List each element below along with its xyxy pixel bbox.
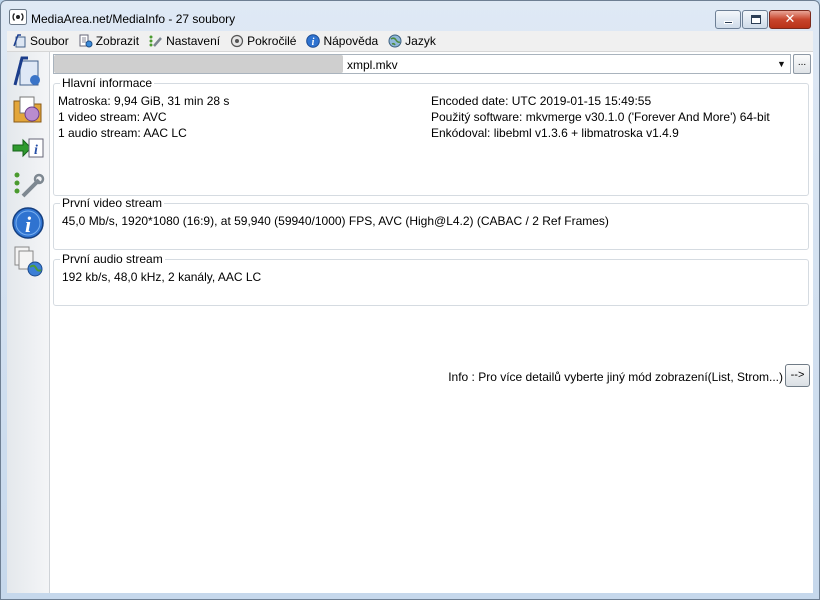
group-title: První audio stream <box>60 252 165 266</box>
file-path-redacted <box>54 55 343 73</box>
group-title: První video stream <box>60 196 165 210</box>
mediainfo-app-icon <box>9 9 27 25</box>
help-icon: i <box>306 34 321 48</box>
menu-item-napoveda[interactable]: i Nápověda <box>300 32 382 51</box>
menu-item-zobrazit[interactable]: Zobrazit <box>73 32 143 51</box>
audio-stream-group: První audio stream 192 kb/s, 48,0 kHz, 2… <box>53 252 809 306</box>
minimize-button[interactable] <box>715 10 741 29</box>
general-info-group: Hlavní informace Matroska: 9,94 GiB, 31 … <box>53 76 809 196</box>
file-open-icon <box>13 34 26 48</box>
file-selector[interactable]: xmpl.mkv ▼ <box>53 54 791 74</box>
maximize-icon <box>751 15 761 24</box>
maximize-button[interactable] <box>742 10 768 29</box>
settings-icon <box>149 35 163 47</box>
window-controls: ✕ <box>714 10 811 29</box>
browse-button[interactable]: ... <box>793 54 811 74</box>
svg-text:i: i <box>25 212 32 237</box>
general-left-line: 1 audio stream: AAC LC <box>58 126 187 140</box>
svg-text:i: i <box>312 37 315 48</box>
menu-label: Zobrazit <box>95 34 140 48</box>
open-file-button[interactable] <box>11 55 45 89</box>
open-folder-button[interactable] <box>11 92 45 126</box>
change-view-button[interactable]: --> <box>785 364 810 387</box>
svg-text:i: i <box>34 143 38 158</box>
menu-label: Nápověda <box>323 34 379 48</box>
file-name: xmpl.mkv <box>347 58 398 72</box>
left-toolbar: i i <box>7 52 50 593</box>
preferences-button[interactable] <box>11 168 45 202</box>
export-info-button[interactable]: i <box>11 130 45 164</box>
web-button[interactable] <box>11 244 45 278</box>
title-bar[interactable]: MediaArea.net/MediaInfo - 27 soubory ✕ <box>1 1 819 31</box>
general-right-line: Enkódoval: libebml v1.3.6 + libmatroska … <box>431 126 679 140</box>
menu-item-soubor[interactable]: Soubor <box>7 32 73 51</box>
menu-item-nastaveni[interactable]: Nastavení <box>143 32 224 51</box>
close-icon: ✕ <box>784 11 796 26</box>
video-stream-group: První video stream 45,0 Mb/s, 1920*1080 … <box>53 196 809 250</box>
dropdown-arrow-icon[interactable]: ▼ <box>773 55 790 73</box>
general-left-line: 1 video stream: AVC <box>58 110 167 124</box>
mediainfo-window: MediaArea.net/MediaInfo - 27 soubory ✕ S… <box>0 0 820 600</box>
menu-bar: Soubor Zobrazit Nastavení Pokročilé i Ná… <box>7 31 813 52</box>
audio-stream-line: 192 kb/s, 48,0 kHz, 2 kanály, AAC LC <box>62 270 262 284</box>
minimize-icon <box>724 21 733 24</box>
close-button[interactable]: ✕ <box>769 10 811 29</box>
video-stream-line: 45,0 Mb/s, 1920*1080 (16:9), at 59,940 (… <box>62 214 609 228</box>
menu-item-pokrocile[interactable]: Pokročilé <box>224 32 300 51</box>
main-area: i i xmpl.mkv ▼ ... Hlavní informace Matr… <box>7 52 813 593</box>
menu-label: Pokročilé <box>247 34 297 48</box>
general-right-line: Použitý software: mkvmerge v30.1.0 ('For… <box>431 110 770 124</box>
menu-label: Soubor <box>30 34 69 48</box>
group-title: Hlavní informace <box>60 76 155 90</box>
general-right-line: Encoded date: UTC 2019-01-15 15:49:55 <box>431 94 652 108</box>
language-icon <box>388 34 402 48</box>
view-icon <box>79 34 93 48</box>
menu-item-jazyk[interactable]: Jazyk <box>382 32 440 51</box>
info-hint: Info : Pro více detailů vyberte jiný mód… <box>448 370 783 384</box>
advanced-icon <box>230 34 244 48</box>
general-left-line: Matroska: 9,94 GiB, 31 min 28 s <box>58 94 230 108</box>
menu-label: Jazyk <box>405 34 436 48</box>
about-button[interactable]: i <box>11 206 45 240</box>
menu-label: Nastavení <box>166 34 221 48</box>
window-title: MediaArea.net/MediaInfo - 27 soubory <box>31 12 236 26</box>
